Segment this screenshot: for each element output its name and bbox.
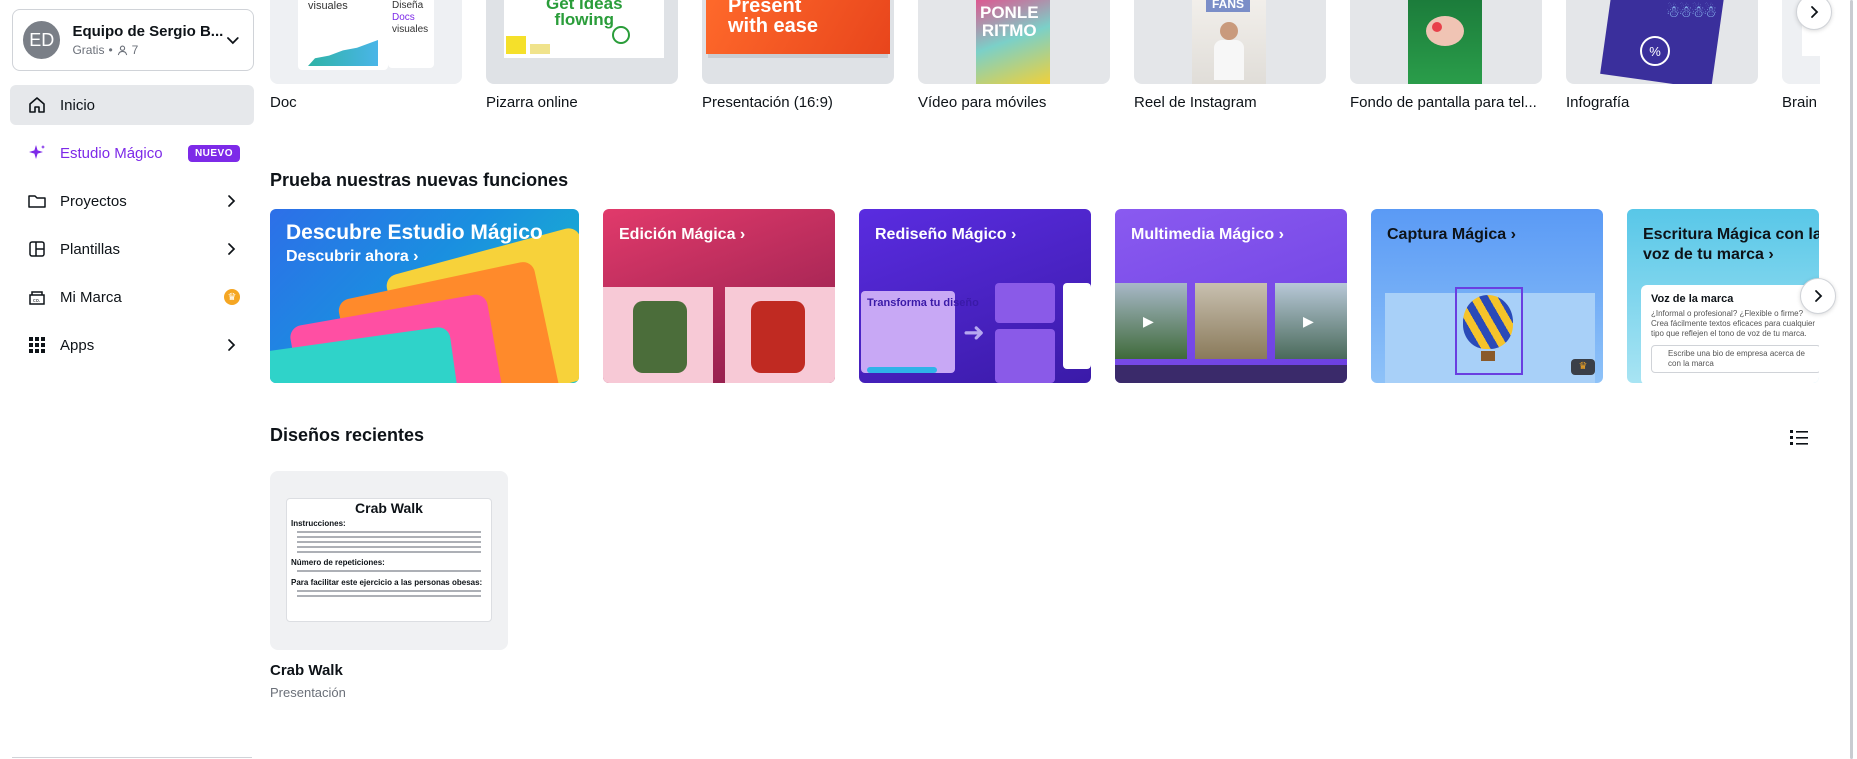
template-label: Brain [1782, 94, 1818, 111]
template-card-whiteboard[interactable]: Get ideas flowing Pizarra online [486, 0, 678, 111]
folder-icon [26, 190, 48, 212]
template-thumbnail: FANS [1134, 0, 1326, 84]
team-plan: Gratis [72, 43, 105, 57]
play-icon: ▶ [1303, 313, 1314, 329]
template-thumbnail: visuales Diseña Docs visuales [270, 0, 462, 84]
features-next-button[interactable] [1800, 278, 1836, 314]
recent-design-type: Presentación [270, 685, 346, 700]
crown-icon: ♛ [224, 289, 240, 305]
feature-card-discover[interactable]: Descubre Estudio Mágico Descubrir ahora … [270, 209, 579, 383]
template-thumbnail: Present with ease [702, 0, 894, 84]
sidebar-item-apps[interactable]: Apps [10, 325, 254, 365]
person-icon [117, 45, 127, 55]
chevron-right-icon [1815, 290, 1823, 302]
template-card-infographic[interactable]: % ☃☃☃☃ Infografía [1566, 0, 1758, 111]
sparkle-icon [26, 142, 48, 164]
team-info: Equipo de Sergio B... Gratis • 7 [72, 23, 223, 57]
home-icon [26, 94, 48, 116]
sidebar-item-label: Inicio [60, 96, 96, 114]
recent-design-title[interactable]: Crab Walk [270, 662, 343, 679]
design-thumbnail: Crab Walk Instrucciones: Número de repet… [286, 498, 492, 622]
team-member-count: 7 [131, 43, 139, 57]
feature-title: Escritura Mágica con la voz de tu marca … [1643, 226, 1819, 263]
template-thumbnail: PONLE RITMO [918, 0, 1110, 84]
thumbnail-heading: Número de repeticiones: [291, 558, 385, 567]
sidebar-item-templates[interactable]: Plantillas [10, 229, 254, 269]
team-name: Equipo de Sergio B... [72, 23, 224, 40]
sidebar-item-magic-studio[interactable]: Estudio Mágico NUEVO [10, 133, 254, 173]
avatar: ED [23, 21, 61, 59]
template-label: Reel de Instagram [1134, 94, 1257, 111]
template-label: Presentación (16:9) [702, 94, 833, 111]
sidebar: ED Equipo de Sergio B... Gratis • 7 Inic… [0, 0, 264, 759]
template-label: Vídeo para móviles [918, 94, 1047, 111]
sidebar-nav: Inicio Estudio Mágico NUEVO Proyectos Pl… [10, 85, 254, 373]
apps-grid-icon [26, 334, 48, 356]
chevron-right-icon [228, 195, 236, 207]
sidebar-item-label: Estudio Mágico [60, 144, 163, 162]
redesign-inner-text: Transforma tu diseño [867, 297, 979, 309]
sidebar-divider [12, 757, 252, 758]
thumbnail-title: Crab Walk [355, 500, 423, 516]
sidebar-item-label: Mi Marca [60, 288, 122, 306]
template-label: Doc [270, 94, 297, 111]
carousel-next-button[interactable] [1796, 0, 1832, 30]
feature-title: Rediseño Mágico › [875, 226, 1017, 243]
feature-card-magic-edit[interactable]: Edición Mágica › [603, 209, 835, 383]
team-meta: Gratis • 7 [72, 43, 223, 57]
feature-title: Edición Mágica › [619, 226, 746, 243]
feature-card-magic-redesign[interactable]: Transforma tu diseño ➜ Rediseño Mágico › [859, 209, 1091, 383]
features-heading: Prueba nuestras nuevas funciones [270, 170, 569, 190]
template-thumbnail: % ☃☃☃☃ [1566, 0, 1758, 84]
recent-design-card[interactable]: Crab Walk Instrucciones: Número de repet… [270, 471, 508, 650]
feature-cta: Descubrir ahora › [286, 248, 419, 265]
template-label: Fondo de pantalla para tel... [1350, 94, 1537, 111]
templates-icon [26, 238, 48, 260]
template-card-instagram-reel[interactable]: FANS Reel de Instagram [1134, 0, 1326, 111]
feature-title: Multimedia Mágico › [1131, 226, 1284, 243]
thumbnail-heading: Para facilitar este ejercicio a las pers… [291, 578, 483, 587]
sidebar-item-label: Apps [60, 336, 95, 354]
sidebar-item-label: Plantillas [60, 240, 121, 258]
feature-title: Descubre Estudio Mágico [286, 221, 543, 244]
template-card-doc[interactable]: visuales Diseña Docs visuales Doc [270, 0, 462, 111]
play-icon: ▶ [1143, 313, 1154, 329]
chevron-right-icon [228, 339, 236, 351]
svg-text:co.: co. [33, 298, 41, 304]
brand-icon: co. [26, 286, 48, 308]
writing-panel-title: Voz de la marca [1651, 293, 1734, 305]
chevron-down-icon [227, 37, 239, 45]
template-card-mobile-video[interactable]: PONLE RITMO Vídeo para móviles [918, 0, 1110, 111]
new-badge: NUEVO [187, 144, 240, 162]
recent-heading: Diseños recientes [270, 425, 425, 445]
scrollbar[interactable] [1850, 0, 1853, 759]
team-switcher[interactable]: ED Equipo de Sergio B... Gratis • 7 [12, 9, 254, 71]
sidebar-item-home[interactable]: Inicio [10, 85, 254, 125]
sidebar-item-projects[interactable]: Proyectos [10, 181, 254, 221]
list-view-icon[interactable] [1788, 426, 1810, 448]
writing-prompt-input: Escribe una bio de empresa acerca de con… [1651, 345, 1819, 373]
chevron-right-icon [228, 243, 236, 255]
separator-dot: • [108, 43, 113, 57]
template-thumbnail [1350, 0, 1542, 84]
template-card-presentation[interactable]: Present with ease Presentación (16:9) [702, 0, 894, 111]
thumbnail-heading: Instrucciones: [291, 519, 346, 528]
template-label: Pizarra online [486, 94, 578, 111]
crown-icon: ♛ [1571, 359, 1595, 375]
template-card-phone-wallpaper[interactable]: Fondo de pantalla para tel... [1350, 0, 1542, 111]
writing-panel-body: ¿Informal o profesional? ¿Flexible o fir… [1651, 309, 1816, 338]
feature-card-magic-write[interactable]: Voz de la marca ¿Informal o profesional?… [1627, 209, 1819, 383]
template-thumbnail: Get ideas flowing [486, 0, 678, 84]
feature-card-magic-media[interactable]: ▶ ▶ Multimedia Mágico › [1115, 209, 1347, 383]
chevron-right-icon [1811, 6, 1819, 18]
feature-title: Captura Mágica › [1387, 226, 1516, 243]
template-carousel: visuales Diseña Docs visuales Doc Get id… [270, 0, 1820, 120]
sidebar-item-label: Proyectos [60, 192, 127, 210]
feature-card-magic-capture[interactable]: ♛ Captura Mágica › [1371, 209, 1603, 383]
template-label: Infografía [1566, 94, 1630, 111]
sidebar-item-brand[interactable]: co. Mi Marca ♛ [10, 277, 254, 317]
